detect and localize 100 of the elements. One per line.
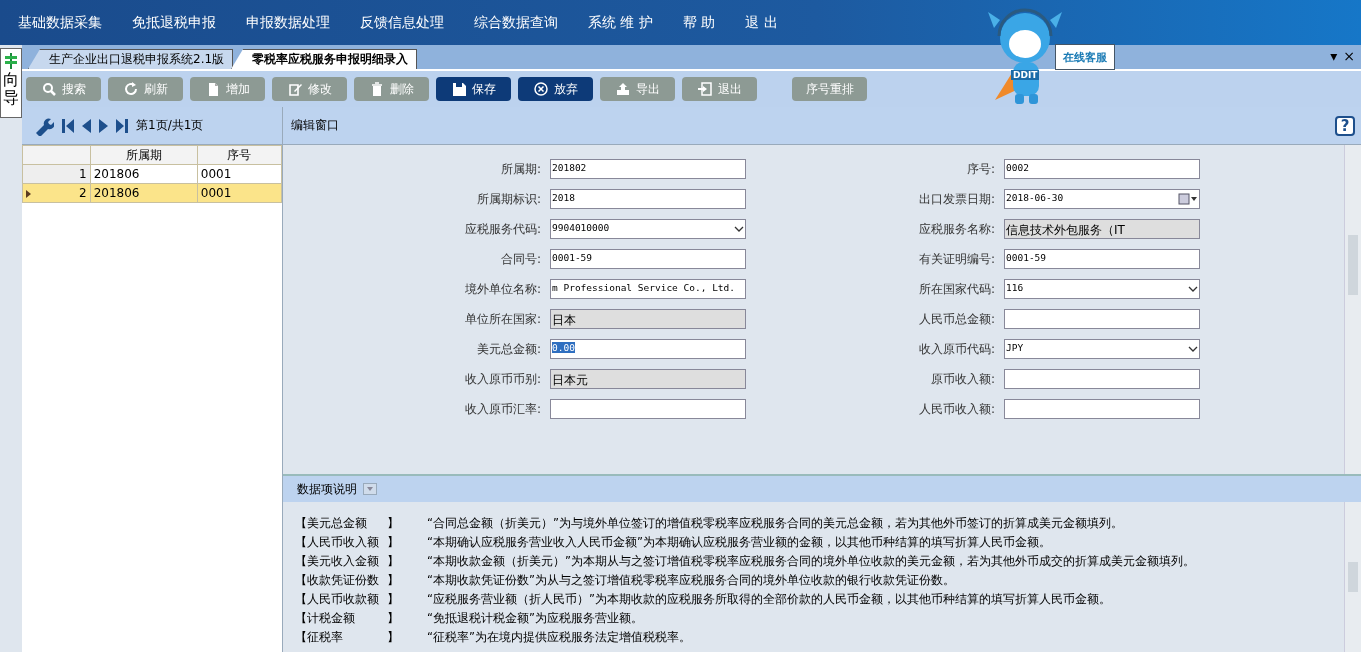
scrollbar[interactable] (1344, 502, 1361, 652)
menu-item[interactable]: 基础数据采集 (18, 13, 102, 32)
input-field[interactable]: 0001-59 (1004, 249, 1200, 269)
table-cell: 201806 (90, 164, 198, 184)
input-field[interactable]: m Professional Service Co., Ltd. (550, 279, 746, 299)
previous-page-icon[interactable] (82, 118, 91, 133)
table-row[interactable]: 1 201806 0001 (22, 164, 282, 184)
close-icon[interactable]: × (1343, 48, 1355, 64)
toolbar-button[interactable]: 保存 (436, 77, 511, 101)
field-value: 2018-06-30 (1006, 192, 1064, 203)
field-label: 有关证明编号: (917, 250, 995, 268)
wrench-icon[interactable] (34, 115, 54, 136)
row-pointer-icon (26, 190, 31, 198)
bracket-text: 】 (387, 515, 400, 531)
panel-title: 编辑窗口 (291, 117, 339, 134)
dropdown-field[interactable]: JPY (1004, 339, 1200, 359)
menu-item[interactable]: 申报数据处理 (246, 13, 330, 32)
save-icon (451, 82, 466, 96)
input-field[interactable]: 日本 (550, 309, 746, 329)
search-icon (41, 82, 56, 96)
column-header[interactable]: 序号 (197, 145, 282, 165)
field-label: 所在国家代码: (917, 280, 995, 298)
scrollbar[interactable] (1344, 145, 1361, 474)
field-value: 9904010000 (552, 222, 610, 233)
bracket-text: 】 (387, 534, 400, 550)
term-label: 【人民币收款额 (295, 591, 380, 607)
menu-item[interactable]: 帮 助 (682, 13, 716, 32)
input-field[interactable] (1004, 369, 1200, 389)
table-row[interactable]: 2 201806 0001 (22, 183, 282, 203)
field-label: 人民币收入额: (917, 400, 995, 418)
chevron-down-icon[interactable] (734, 225, 744, 233)
input-field[interactable]: 0002 (1004, 159, 1200, 179)
description-text: “应税服务营业额（折人民币）”为本期收款的应税服务所取得的全部价款的人民币金额，以其他币种结算的填写折算人民币金额。 (427, 591, 1111, 607)
field-value: 201802 (552, 162, 587, 173)
export-icon (615, 82, 630, 96)
last-page-icon[interactable] (116, 118, 128, 133)
calendar-icon[interactable] (1178, 193, 1198, 205)
field-value: 信息技术外包服务（IT (1006, 222, 1125, 238)
online-service-button[interactable]: 在线客服 (1055, 44, 1115, 70)
field-label: 合同号: (499, 250, 541, 268)
field-label: 收入原币币别: (463, 370, 541, 388)
tab[interactable]: 生产企业出口退税申报系统2.1版 (28, 49, 234, 69)
tab[interactable]: 零税率应税服务申报明细录入 (231, 49, 418, 69)
menu-item[interactable]: 免抵退税申报 (132, 13, 216, 32)
menu-item[interactable]: 反馈信息处理 (360, 13, 444, 32)
field-value: 0001-59 (552, 252, 593, 263)
term-label: 【收款凭证份数 (295, 572, 380, 588)
field-label: 单位所在国家: (463, 310, 541, 328)
description-text: “征税率”为在境内提供应税服务法定增值税税率。 (427, 629, 691, 645)
chevron-down-icon[interactable] (1188, 285, 1198, 293)
field-label: 美元总金额: (475, 340, 541, 358)
next-page-icon[interactable] (99, 118, 108, 133)
dropdown-icon[interactable]: ▾ (1330, 48, 1338, 64)
menu-item[interactable]: 退 出 (745, 13, 778, 32)
field-value: 2018 (552, 192, 575, 203)
chevron-down-icon[interactable] (1188, 345, 1198, 353)
first-page-icon[interactable] (62, 118, 74, 133)
page-indicator: 第1页/共1页 (136, 117, 204, 134)
cancel-icon (533, 82, 548, 96)
field-label: 应税服务名称: (917, 220, 995, 238)
input-field[interactable]: 0.00 (550, 339, 746, 359)
dropdown-field[interactable]: 9904010000 (550, 219, 746, 239)
field-value: 日本 (552, 312, 576, 328)
trash-icon (369, 82, 384, 96)
field-value: 0.00 (552, 342, 575, 353)
input-field[interactable] (550, 399, 746, 419)
bracket-text: 】 (387, 629, 400, 645)
description-text: “本期收款金额（折美元）”为本期从与之签订增值税零税率应税服务合同的境外单位收款的美元金额，若为其他外币成交的折算成美元金额填列。 (427, 553, 1195, 569)
toolbar-button[interactable]: 放弃 (518, 77, 593, 101)
input-field[interactable]: 信息技术外包服务（IT (1004, 219, 1200, 239)
input-field[interactable]: 201802 (550, 159, 746, 179)
input-field[interactable]: 日本元 (550, 369, 746, 389)
term-label: 【美元收入金额 (295, 553, 380, 569)
field-value: 日本元 (552, 372, 588, 388)
field-label: 所属期: (499, 160, 541, 178)
input-field[interactable]: 2018 (550, 189, 746, 209)
description-text: “合同总金额（折美元）”为与境外单位签订的增值税零税率应税服务合同的美元总金额，若为其他外币签订的折算成美元金额填列。 (427, 515, 1123, 531)
guide-tab[interactable]: 向导 (0, 48, 22, 118)
date-field[interactable]: 2018-06-30 (1004, 189, 1200, 209)
help-button[interactable]: ? (1335, 115, 1355, 136)
field-label: 收入原币汇率: (463, 400, 541, 418)
bracket-text: 】 (387, 553, 400, 569)
column-header[interactable]: 所属期 (90, 145, 198, 165)
dropdown-field[interactable]: 116 (1004, 279, 1200, 299)
field-label: 应税服务代码: (463, 220, 541, 238)
input-field[interactable] (1004, 399, 1200, 419)
description-text: “本期确认应税服务营业收入人民币金额”为本期确认应税服务营业额的金额，以其他币种结算的填写折算人民币金额。 (427, 534, 1051, 550)
panel-title: 数据项说明 (297, 480, 357, 498)
menu-item[interactable]: 系统 维 护 (588, 13, 653, 32)
exit-icon (697, 82, 712, 96)
input-field[interactable] (1004, 309, 1200, 329)
menu-item[interactable]: 综合数据查询 (474, 13, 558, 32)
bracket-text: 】 (387, 591, 400, 607)
term-label: 【人民币收入额 (295, 534, 380, 550)
field-value: 0001-59 (1006, 252, 1047, 263)
table-cell: 0001 (197, 164, 282, 184)
field-value: 116 (1006, 282, 1024, 293)
input-field[interactable]: 0001-59 (550, 249, 746, 269)
description-text: “免抵退税计税金额”为应税服务营业额。 (427, 610, 643, 626)
term-label: 【计税金额 (295, 610, 356, 626)
